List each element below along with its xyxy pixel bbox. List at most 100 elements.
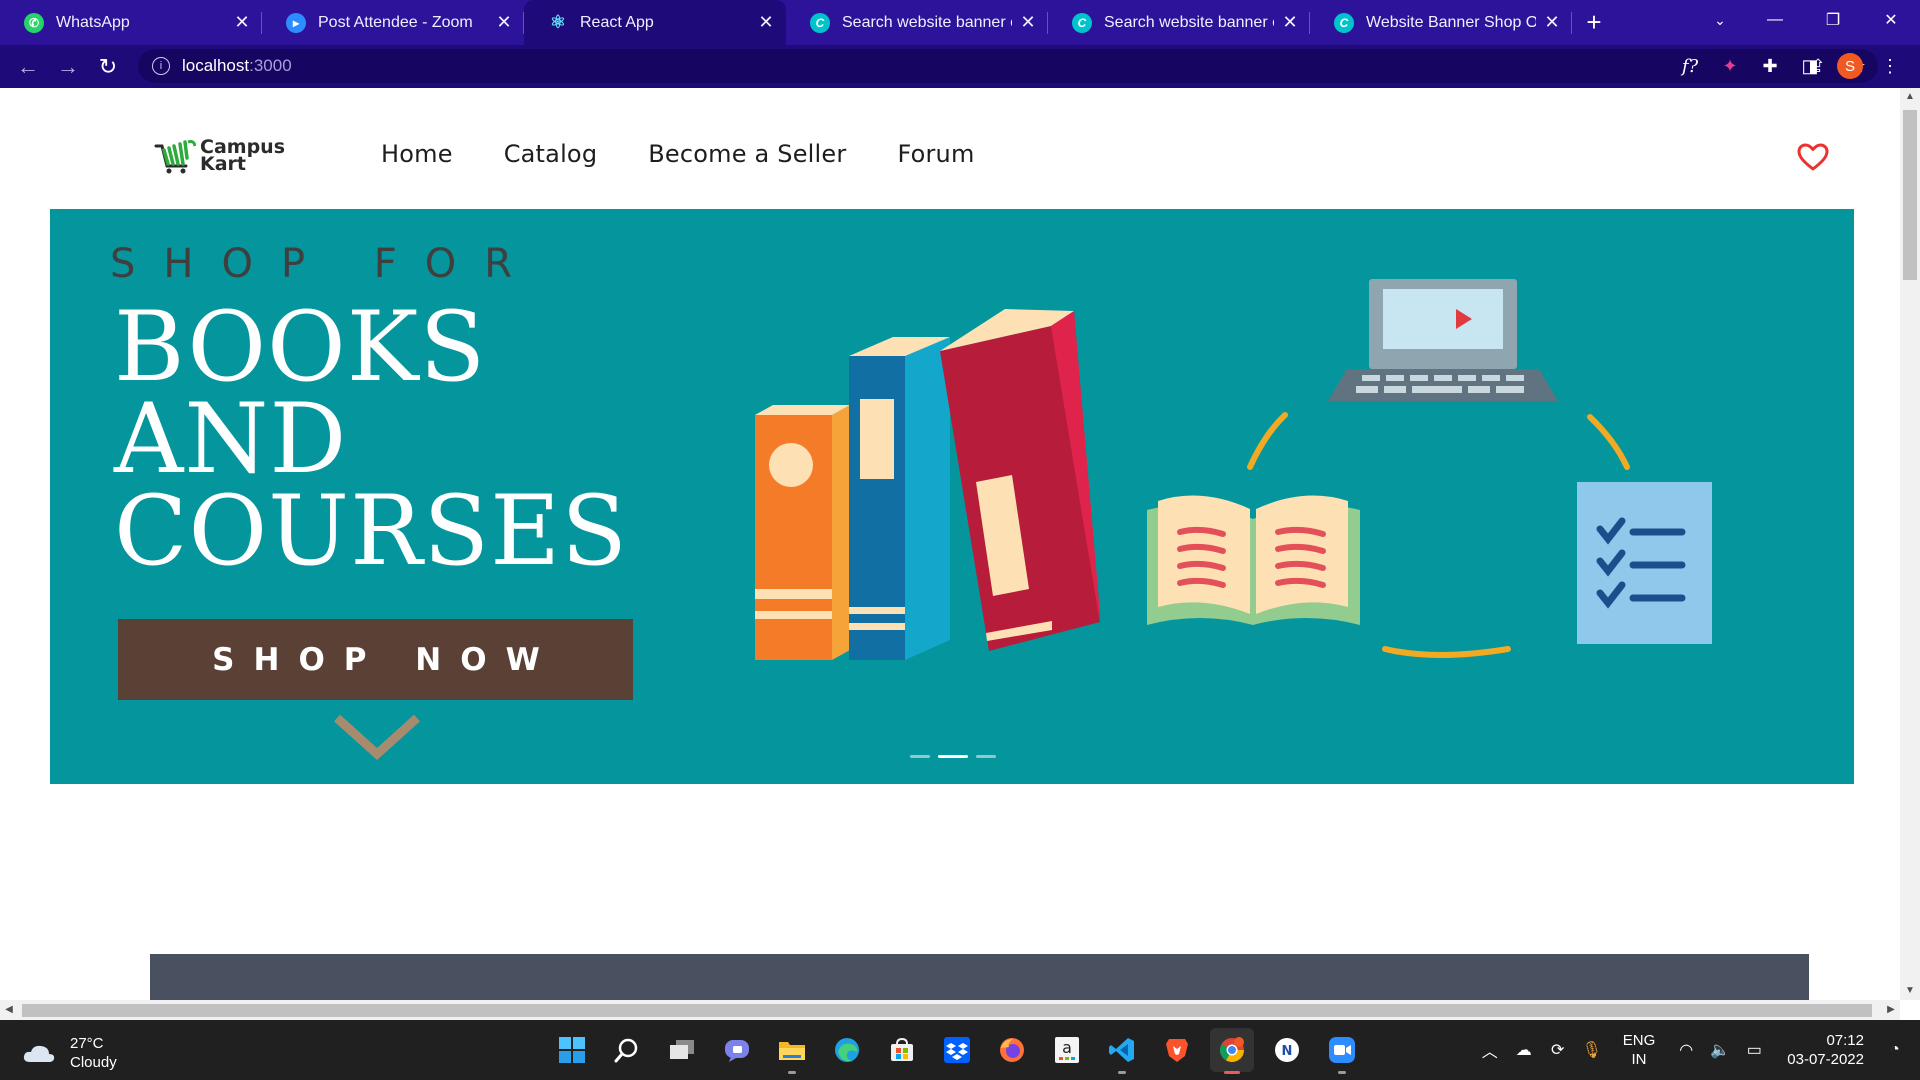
clock-date: 03-07-2022 <box>1787 1051 1864 1068</box>
close-window-icon[interactable]: ✕ <box>1862 0 1920 40</box>
tab-title: Search website banner ecor <box>842 13 1012 31</box>
amazon-icon[interactable]: a <box>1045 1028 1089 1072</box>
firefox-icon[interactable] <box>990 1028 1034 1072</box>
tab-title: Post Attendee - Zoom <box>318 13 473 31</box>
minimize-icon[interactable]: — <box>1746 0 1804 40</box>
vscode-icon[interactable] <box>1100 1028 1144 1074</box>
clock[interactable]: 07:12 03-07-2022 <box>1787 1031 1864 1069</box>
main-nav: Home Catalog Become a Seller Forum <box>381 140 1026 168</box>
close-icon[interactable]: ✕ <box>494 12 514 33</box>
store-icon[interactable] <box>880 1028 924 1072</box>
campus-kart-logo[interactable]: Campus Kart <box>154 138 285 174</box>
browser-tab[interactable]: C Website Banner Shop Our N ✕ <box>1310 0 1572 45</box>
wifi-icon[interactable]: ◠ <box>1669 1040 1703 1060</box>
url-host: localhost <box>182 56 250 75</box>
canva-icon: C <box>1072 12 1092 33</box>
nav-home[interactable]: Home <box>381 140 453 168</box>
svg-text:a: a <box>1062 1038 1072 1057</box>
dropbox-icon[interactable] <box>935 1028 979 1072</box>
back-arrow-icon[interactable]: ← <box>8 49 48 85</box>
url-port: :3000 <box>249 56 292 75</box>
scrollbar-thumb[interactable] <box>22 1004 1872 1017</box>
notification-center-icon[interactable]: ◔ <box>1878 1041 1912 1059</box>
side-panel-icon[interactable]: ◨ <box>1790 56 1830 77</box>
extensions-puzzle-icon[interactable]: ✚ <box>1750 56 1790 77</box>
volume-icon[interactable]: 🔈 <box>1703 1040 1737 1060</box>
close-icon[interactable]: ✕ <box>232 12 252 33</box>
search-icon[interactable] <box>605 1028 649 1072</box>
chrome-icon[interactable] <box>1210 1028 1254 1074</box>
scrollbar-thumb[interactable] <box>1903 110 1917 280</box>
input-language[interactable]: ENG IN <box>1623 1031 1656 1069</box>
color-picker-extension-icon[interactable]: ✦ <box>1710 56 1750 77</box>
orange-book-icon <box>755 405 850 660</box>
new-tab-button[interactable]: + <box>1572 0 1616 45</box>
teams-chat-icon[interactable] <box>715 1028 759 1072</box>
show-hidden-icons-chevron-icon[interactable]: ︿ <box>1473 1038 1507 1062</box>
close-icon[interactable]: ✕ <box>1542 12 1562 33</box>
zoom-icon[interactable] <box>1320 1028 1364 1074</box>
hero-banner[interactable]: SHOP FOR BOOKS AND COURSES SHOP NOW <box>50 209 1854 784</box>
address-bar[interactable]: i localhost:3000 ⇪ ☆ <box>138 49 1878 83</box>
chevron-down-icon[interactable] <box>333 714 421 762</box>
carousel-dot-active[interactable] <box>938 755 968 758</box>
brand-wordmark: Campus Kart <box>200 138 285 174</box>
tab-title: Search website banner ecor <box>1104 13 1274 31</box>
sync-icon[interactable]: ⟳ <box>1541 1040 1575 1060</box>
browser-tab[interactable]: ▸ Post Attendee - Zoom ✕ <box>262 0 524 45</box>
browser-tab-active[interactable]: ⚛ React App ✕ <box>524 0 786 45</box>
brave-icon[interactable] <box>1155 1028 1199 1072</box>
profile-avatar[interactable]: S <box>1837 53 1863 79</box>
font-finder-extension-icon[interactable]: f? <box>1670 56 1710 77</box>
extensions-area: f? ✦ ✚ ◨ S ⋮ <box>1670 49 1910 83</box>
red-book-icon <box>940 309 1100 651</box>
carousel-dot[interactable] <box>976 755 996 758</box>
microphone-icon[interactable]: 🎙 <box>1575 1040 1609 1060</box>
region-code: IN <box>1631 1051 1647 1068</box>
browser-tab[interactable]: C Search website banner ecor ✕ <box>786 0 1048 45</box>
edge-icon[interactable] <box>825 1028 869 1072</box>
battery-icon[interactable]: ▭ <box>1737 1040 1771 1060</box>
hero-headline: BOOKS AND COURSES <box>114 299 628 579</box>
scroll-right-arrow-icon[interactable]: ▶ <box>1882 1000 1900 1020</box>
tab-search-chevron-icon[interactable]: ⌄ <box>1700 0 1740 40</box>
weather-widget[interactable]: 27°C Cloudy <box>22 1034 117 1072</box>
hero-kicker: SHOP FOR <box>110 241 541 287</box>
start-icon[interactable] <box>550 1028 594 1072</box>
system-tray: ︿ ☁ ⟳ 🎙 ENG IN ◠ 🔈 ▭ 07:12 03-07-2022 ◔ <box>1473 1020 1920 1080</box>
react-icon: ⚛ <box>549 12 567 32</box>
browser-tab[interactable]: C Search website banner ecor ✕ <box>1048 0 1310 45</box>
nav-catalog[interactable]: Catalog <box>504 140 598 168</box>
taskbar-apps: a N <box>550 1028 1375 1074</box>
site-header: Campus Kart Home Catalog Become a Seller… <box>0 88 1900 210</box>
task-view-icon[interactable] <box>660 1028 704 1072</box>
file-explorer-icon[interactable] <box>770 1028 814 1074</box>
laptop-video-icon <box>1328 279 1558 401</box>
carousel-indicators <box>910 755 996 758</box>
restore-icon[interactable]: ❐ <box>1804 0 1862 40</box>
browser-menu-icon[interactable]: ⋮ <box>1870 56 1910 77</box>
close-icon[interactable]: ✕ <box>1018 12 1038 33</box>
nav-become-seller[interactable]: Become a Seller <box>648 140 846 168</box>
scroll-left-arrow-icon[interactable]: ◀ <box>0 1000 18 1020</box>
vertical-scrollbar[interactable]: ▲ ▼ <box>1900 88 1920 1000</box>
heart-icon[interactable] <box>1796 142 1830 172</box>
forward-arrow-icon[interactable]: → <box>48 49 88 85</box>
svg-text:N: N <box>1282 1044 1293 1059</box>
close-icon[interactable]: ✕ <box>756 12 776 33</box>
carousel-dot[interactable] <box>910 755 930 758</box>
horizontal-scrollbar[interactable]: ◀ ▶ <box>0 1000 1900 1020</box>
browser-tab[interactable]: ✆ WhatsApp ✕ <box>0 0 262 45</box>
close-icon[interactable]: ✕ <box>1280 12 1300 33</box>
nav-forum[interactable]: Forum <box>897 140 974 168</box>
notion-icon[interactable]: N <box>1265 1028 1309 1072</box>
whatsapp-icon: ✆ <box>24 12 44 33</box>
scroll-up-arrow-icon[interactable]: ▲ <box>1900 88 1920 106</box>
site-info-icon[interactable]: i <box>152 57 170 75</box>
cloud-offline-icon[interactable]: ☁ <box>1507 1040 1541 1060</box>
shop-now-button[interactable]: SHOP NOW <box>118 619 633 700</box>
scroll-down-arrow-icon[interactable]: ▼ <box>1900 982 1920 1000</box>
reload-icon[interactable]: ↻ <box>88 49 128 85</box>
tab-title: Website Banner Shop Our N <box>1366 13 1536 31</box>
weather-temp: 27°C <box>70 1035 104 1052</box>
